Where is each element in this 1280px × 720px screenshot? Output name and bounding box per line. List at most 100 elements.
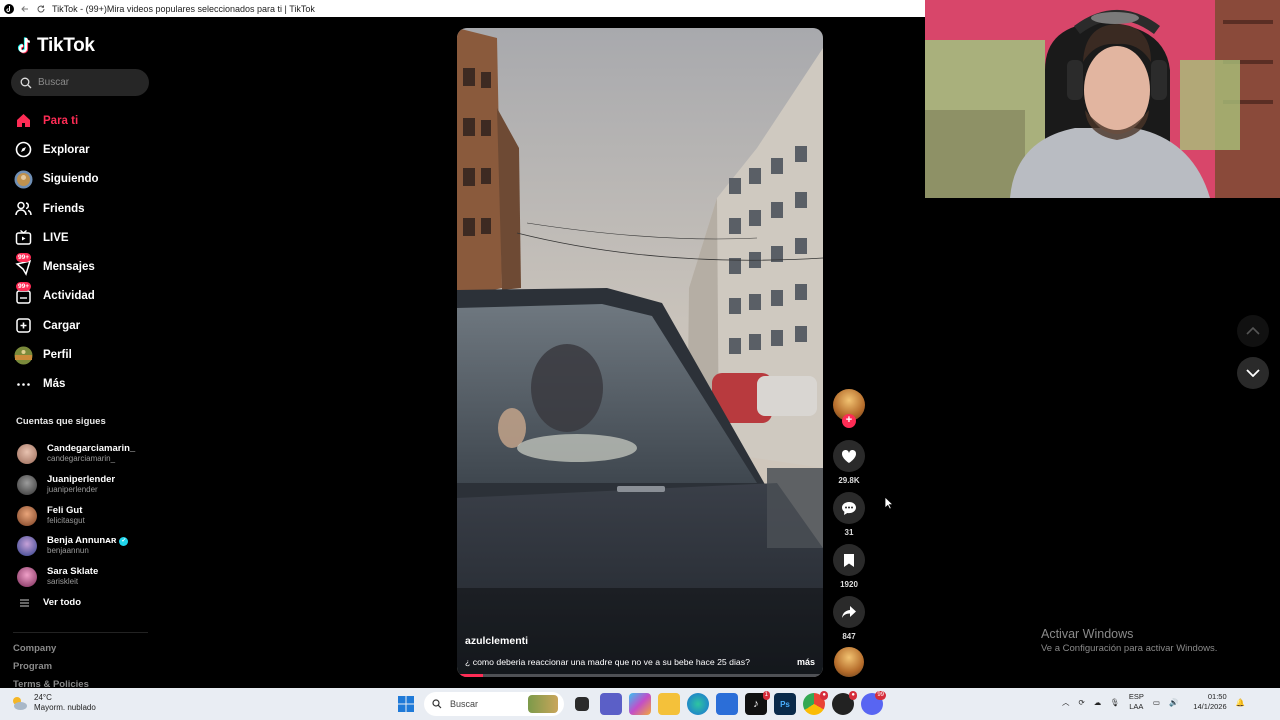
previous-video-button[interactable] [1237, 315, 1269, 347]
following-name: Benja Annunᴀʀ [47, 535, 117, 547]
nav-label: Más [43, 378, 66, 391]
nav-item-explorar[interactable]: Explorar [14, 135, 154, 164]
taskbar-apps: Buscar ♪ 1 Ps ● ● 99 [395, 691, 886, 716]
share-button[interactable] [833, 596, 865, 628]
cloud-icon[interactable]: ☁ [1094, 698, 1102, 707]
footer-link-company[interactable]: Company [13, 640, 89, 658]
discord-icon[interactable]: 99 [861, 691, 886, 715]
following-item[interactable]: Juaniperlender juaniperlender [17, 470, 157, 501]
next-video-button[interactable] [1237, 357, 1269, 389]
language-indicator[interactable]: ESP LAA [1129, 692, 1144, 712]
following-item[interactable]: Sara Sklate sariskleit [17, 562, 157, 593]
bookmark-icon [844, 553, 854, 567]
profile-avatar-icon [14, 346, 33, 365]
activity-badge: 99+ [16, 281, 32, 291]
photoshop-icon[interactable]: Ps [774, 693, 796, 715]
nav-item-para-ti[interactable]: Para ti [14, 106, 154, 135]
video-progress-bar[interactable] [457, 674, 823, 677]
avatar [17, 505, 37, 526]
save-button[interactable] [833, 544, 865, 576]
tiktok-favicon-icon [4, 3, 14, 14]
nav-item-actividad[interactable]: 99+ Actividad [14, 281, 154, 311]
start-button[interactable] [395, 693, 417, 715]
see-all-label: Ver todo [43, 597, 82, 608]
following-item[interactable]: Candegarciamarin_ candegarciamarin_ [17, 439, 157, 470]
reload-icon[interactable] [36, 4, 46, 14]
tiktok-app-icon[interactable]: ♪ 1 [745, 691, 770, 715]
watermark-subtitle: Ve a Configuración para activar Windows. [1041, 643, 1218, 654]
nav-item-live[interactable]: LIVE [14, 223, 154, 252]
windows-logo-icon [398, 696, 414, 712]
search-input[interactable] [38, 77, 138, 88]
clock[interactable]: 01:50 14/1/2026 [1193, 692, 1226, 712]
back-arrow-icon[interactable] [20, 4, 30, 14]
store-icon[interactable] [716, 693, 738, 715]
tiktok-logo[interactable]: TikTok [16, 35, 95, 57]
nav-label: Cargar [43, 319, 81, 332]
browser-tab-title: TikTok - (99+)Mira videos populares sele… [52, 3, 315, 14]
logo-text: TikTok [37, 35, 95, 56]
nav-item-mas[interactable]: Más [14, 370, 154, 399]
microphone-icon[interactable]: 🎙 [1110, 698, 1120, 707]
following-name: Sara Sklate [47, 566, 99, 578]
notifications-bell-icon[interactable]: 🔔 [1236, 698, 1245, 707]
nav-label: Perfil [43, 349, 72, 362]
partly-cloudy-icon [13, 697, 27, 710]
weather-temperature: 24°C [34, 693, 52, 702]
taskbar-search[interactable]: Buscar [424, 692, 564, 716]
like-count: 29.8K [838, 476, 860, 485]
friends-icon [14, 199, 33, 218]
nav-label: Friends [43, 202, 85, 215]
footer-link-program[interactable]: Program [13, 658, 89, 676]
author-avatar[interactable]: + [833, 389, 865, 428]
windows-taskbar: 24°C Mayorm. nublado Buscar ♪ 1 Ps ● ● 9… [0, 688, 1280, 720]
avatar [17, 567, 37, 588]
nav-item-friends[interactable]: Friends [14, 194, 154, 223]
search-box[interactable] [11, 69, 149, 96]
video-username[interactable]: azulclementi [465, 635, 815, 647]
file-explorer-icon[interactable] [658, 693, 680, 715]
comment-button[interactable] [833, 492, 865, 524]
search-icon [20, 77, 32, 88]
search-icon [432, 699, 442, 709]
clock-time: 01:50 [1207, 692, 1227, 701]
more-button[interactable]: más [797, 657, 815, 667]
nav-label: Para ti [43, 114, 79, 127]
following-avatar-icon [14, 170, 33, 189]
clock-date: 14/1/2026 [1193, 702, 1227, 711]
chrome-icon[interactable]: ● [803, 691, 828, 715]
sync-icon[interactable]: ⟳ [1079, 698, 1085, 707]
nav-label: Actividad [43, 290, 95, 303]
nav-item-mensajes[interactable]: 99+ Mensajes [14, 252, 154, 281]
sidebar-divider [13, 632, 148, 633]
edge-icon[interactable] [687, 693, 709, 715]
like-button[interactable] [833, 440, 865, 472]
tiktok-badge: 1 [762, 691, 770, 700]
task-view-icon[interactable] [575, 697, 589, 711]
chevron-up-icon[interactable]: ︿ [1062, 697, 1070, 708]
volume-icon[interactable]: 🔊 [1169, 698, 1178, 707]
save-count: 1920 [840, 580, 858, 589]
video-progress-fill [457, 674, 483, 677]
following-name: Juaniperlender [47, 474, 116, 486]
share-icon [842, 606, 856, 618]
network-icon[interactable]: ▭ [1153, 698, 1160, 707]
nav-label: LIVE [43, 231, 69, 244]
avatar [17, 536, 37, 557]
nav-item-siguiendo[interactable]: Siguiendo [14, 165, 154, 194]
video-caption: azulclementi ¿ como deberia reaccionar u… [465, 635, 815, 667]
teams-icon[interactable] [600, 693, 622, 715]
video-player[interactable]: azulclementi ¿ como deberia reaccionar u… [457, 28, 823, 677]
copilot-icon[interactable] [629, 693, 651, 715]
weather-widget[interactable]: 24°C Mayorm. nublado [10, 693, 96, 713]
sound-disc[interactable] [834, 647, 864, 677]
comment-count: 31 [844, 528, 854, 537]
see-all-button[interactable]: Ver todo [20, 597, 81, 608]
follow-plus-icon[interactable]: + [842, 414, 856, 428]
nav-item-cargar[interactable]: Cargar [14, 311, 154, 340]
nav-item-perfil[interactable]: Perfil [14, 340, 154, 369]
following-item[interactable]: Benja Annunᴀʀ ✓ benjaannun [17, 531, 157, 562]
obs-icon[interactable]: ● [832, 691, 857, 715]
following-item[interactable]: Feli Gut felicitasgut [17, 500, 157, 531]
discord-badge: 99 [875, 691, 886, 700]
